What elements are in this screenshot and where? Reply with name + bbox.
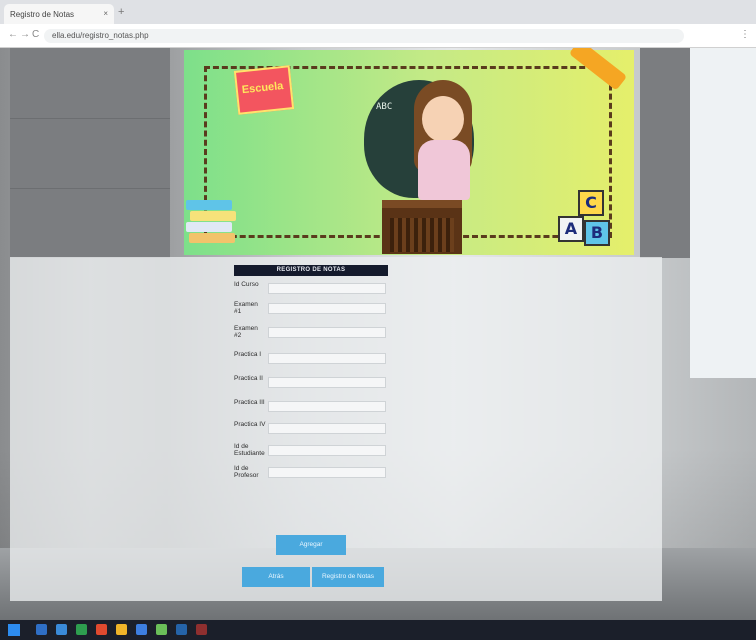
- board-text: ABC: [376, 102, 393, 112]
- explorer-icon[interactable]: [136, 624, 147, 635]
- forward-arrow-icon[interactable]: →: [20, 29, 30, 40]
- id-estudiante-input[interactable]: [268, 445, 386, 456]
- field-label: Examen #1: [234, 301, 258, 315]
- chrome-icon[interactable]: [116, 624, 127, 635]
- id-curso-input[interactable]: [268, 283, 386, 294]
- header-banner: Escuela ABC C A B: [184, 48, 634, 255]
- field-practica-1: Practica I: [234, 349, 394, 367]
- field-examen-1: Examen #1: [234, 299, 394, 317]
- browser-icon[interactable]: [96, 624, 107, 635]
- abc-blocks-icon: C A B: [558, 190, 622, 250]
- field-practica-2: Practica II: [234, 373, 394, 391]
- practica-3-input[interactable]: [268, 401, 386, 412]
- field-practica-4: Practica IV: [234, 419, 394, 437]
- form-title: REGISTRO DE NOTAS: [234, 265, 388, 276]
- browser-menu-icon[interactable]: ⋮: [740, 29, 750, 40]
- store-icon[interactable]: [76, 624, 87, 635]
- field-label: Id Curso: [234, 281, 259, 288]
- field-id-curso: Id Curso: [234, 279, 394, 297]
- field-label: Practica I: [234, 351, 262, 358]
- teacher-face: [422, 96, 464, 142]
- books-icon: [186, 200, 236, 250]
- school-logo: Escuela: [233, 65, 295, 115]
- app-icon[interactable]: [156, 624, 167, 635]
- back-button[interactable]: Atrás: [242, 567, 310, 587]
- book: [189, 233, 235, 243]
- background-window: [690, 48, 756, 378]
- field-label: Practica II: [234, 375, 263, 382]
- word-icon[interactable]: [176, 624, 187, 635]
- close-tab-icon[interactable]: ×: [103, 9, 108, 18]
- address-bar-row: ← → C ella.edu/registro_notas.php ⋮: [0, 24, 756, 48]
- tab-title: Registro de Notas: [10, 10, 75, 19]
- field-label: Examen #2: [234, 325, 258, 339]
- block-b: B: [584, 220, 610, 246]
- teacher-body: [418, 140, 470, 200]
- book: [186, 200, 232, 210]
- field-id-profesor: Id de Profesor: [234, 463, 394, 481]
- wall-seam: [10, 188, 170, 189]
- form-panel: REGISTRO DE NOTAS Id Curso Examen #1 Exa…: [10, 257, 662, 601]
- background-wall: [10, 48, 170, 258]
- wall-seam: [10, 118, 170, 119]
- os-taskbar: [0, 620, 756, 640]
- field-examen-2: Examen #2: [234, 323, 394, 341]
- browser-tab-bar: Registro de Notas × +: [0, 0, 756, 24]
- start-icon[interactable]: [8, 624, 20, 636]
- app-icon[interactable]: [196, 624, 207, 635]
- background-wall: [640, 48, 690, 258]
- podium-illustration: [382, 200, 462, 254]
- back-arrow-icon[interactable]: ←: [8, 29, 18, 40]
- logo-text: Escuela: [241, 79, 284, 97]
- field-label: Practica III: [234, 399, 265, 406]
- field-id-estudiante: Id de Estudiante: [234, 441, 394, 459]
- block-a: A: [558, 216, 584, 242]
- podium-detail: [390, 218, 454, 252]
- block-c: C: [578, 190, 604, 216]
- field-practica-3: Practica III: [234, 397, 394, 415]
- practica-1-input[interactable]: [268, 353, 386, 364]
- taskview-icon[interactable]: [56, 624, 67, 635]
- book: [186, 222, 232, 232]
- book: [190, 211, 236, 221]
- examen-2-input[interactable]: [268, 327, 386, 338]
- page-viewport: Escuela ABC C A B REGISTRO DE NOTAS Id C…: [0, 48, 756, 620]
- practica-4-input[interactable]: [268, 423, 386, 434]
- url-input[interactable]: ella.edu/registro_notas.php: [44, 29, 684, 43]
- examen-1-input[interactable]: [268, 303, 386, 314]
- new-tab-icon[interactable]: +: [118, 6, 124, 18]
- field-label: Practica IV: [234, 421, 266, 428]
- practica-2-input[interactable]: [268, 377, 386, 388]
- search-icon[interactable]: [36, 624, 47, 635]
- register-button[interactable]: Agregar: [276, 535, 346, 555]
- field-label: Id de Estudiante: [234, 443, 265, 457]
- id-profesor-input[interactable]: [268, 467, 386, 478]
- reload-icon[interactable]: C: [32, 29, 39, 40]
- grades-list-button[interactable]: Registro de Notas: [312, 567, 384, 587]
- field-label: Id de Profesor: [234, 465, 259, 479]
- browser-tab[interactable]: Registro de Notas ×: [4, 4, 114, 24]
